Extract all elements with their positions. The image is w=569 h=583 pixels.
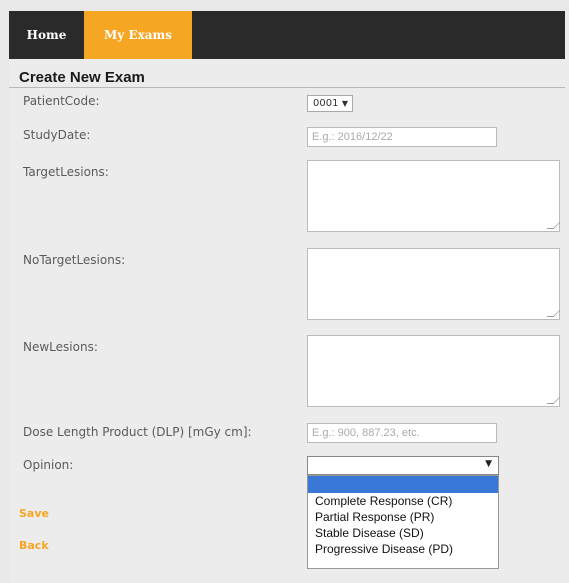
study-date-label: StudyDate:: [23, 128, 91, 142]
no-target-lesions-label: NoTargetLesions:: [23, 253, 126, 267]
opinion-dropdown-list: Complete Response (CR) Partial Response …: [307, 475, 499, 569]
patient-code-value: 0001: [313, 98, 339, 109]
triangle-down-icon: ▼: [341, 99, 348, 108]
nav-home[interactable]: Home: [9, 11, 84, 59]
new-lesions-textarea[interactable]: [307, 335, 560, 407]
target-lesions-label: TargetLesions:: [23, 165, 109, 179]
new-lesions-label: NewLesions:: [23, 340, 98, 354]
opinion-select[interactable]: ▼: [307, 456, 499, 475]
dropdown-option-sd[interactable]: Stable Disease (SD): [308, 525, 498, 541]
opinion-label: Opinion:: [23, 458, 74, 472]
page: Home My Exams Create New Exam PatientCod…: [9, 11, 569, 583]
nav-my-exams[interactable]: My Exams: [84, 11, 192, 59]
top-navbar: Home My Exams: [9, 11, 565, 59]
dropdown-option-cr[interactable]: Complete Response (CR): [308, 493, 498, 509]
dropdown-option-empty[interactable]: [308, 476, 498, 493]
back-link[interactable]: Back: [19, 539, 49, 552]
title-divider: [9, 87, 565, 88]
page-title: Create New Exam: [19, 69, 145, 86]
dlp-input[interactable]: E.g.: 900, 887.23, etc.: [307, 423, 497, 443]
dlp-label: Dose Length Product (DLP) [mGy cm]:: [23, 425, 252, 439]
save-link[interactable]: Save: [19, 507, 49, 520]
dropdown-option-pr[interactable]: Partial Response (PR): [308, 509, 498, 525]
patient-code-label: PatientCode:: [23, 94, 100, 108]
dropdown-option-pd[interactable]: Progressive Disease (PD): [308, 541, 498, 557]
patient-code-select[interactable]: 0001 ▼: [307, 95, 353, 112]
study-date-input[interactable]: E.g.: 2016/12/22: [307, 127, 497, 147]
no-target-lesions-textarea[interactable]: [307, 248, 560, 320]
target-lesions-textarea[interactable]: [307, 160, 560, 232]
triangle-down-icon: ▼: [485, 459, 492, 469]
